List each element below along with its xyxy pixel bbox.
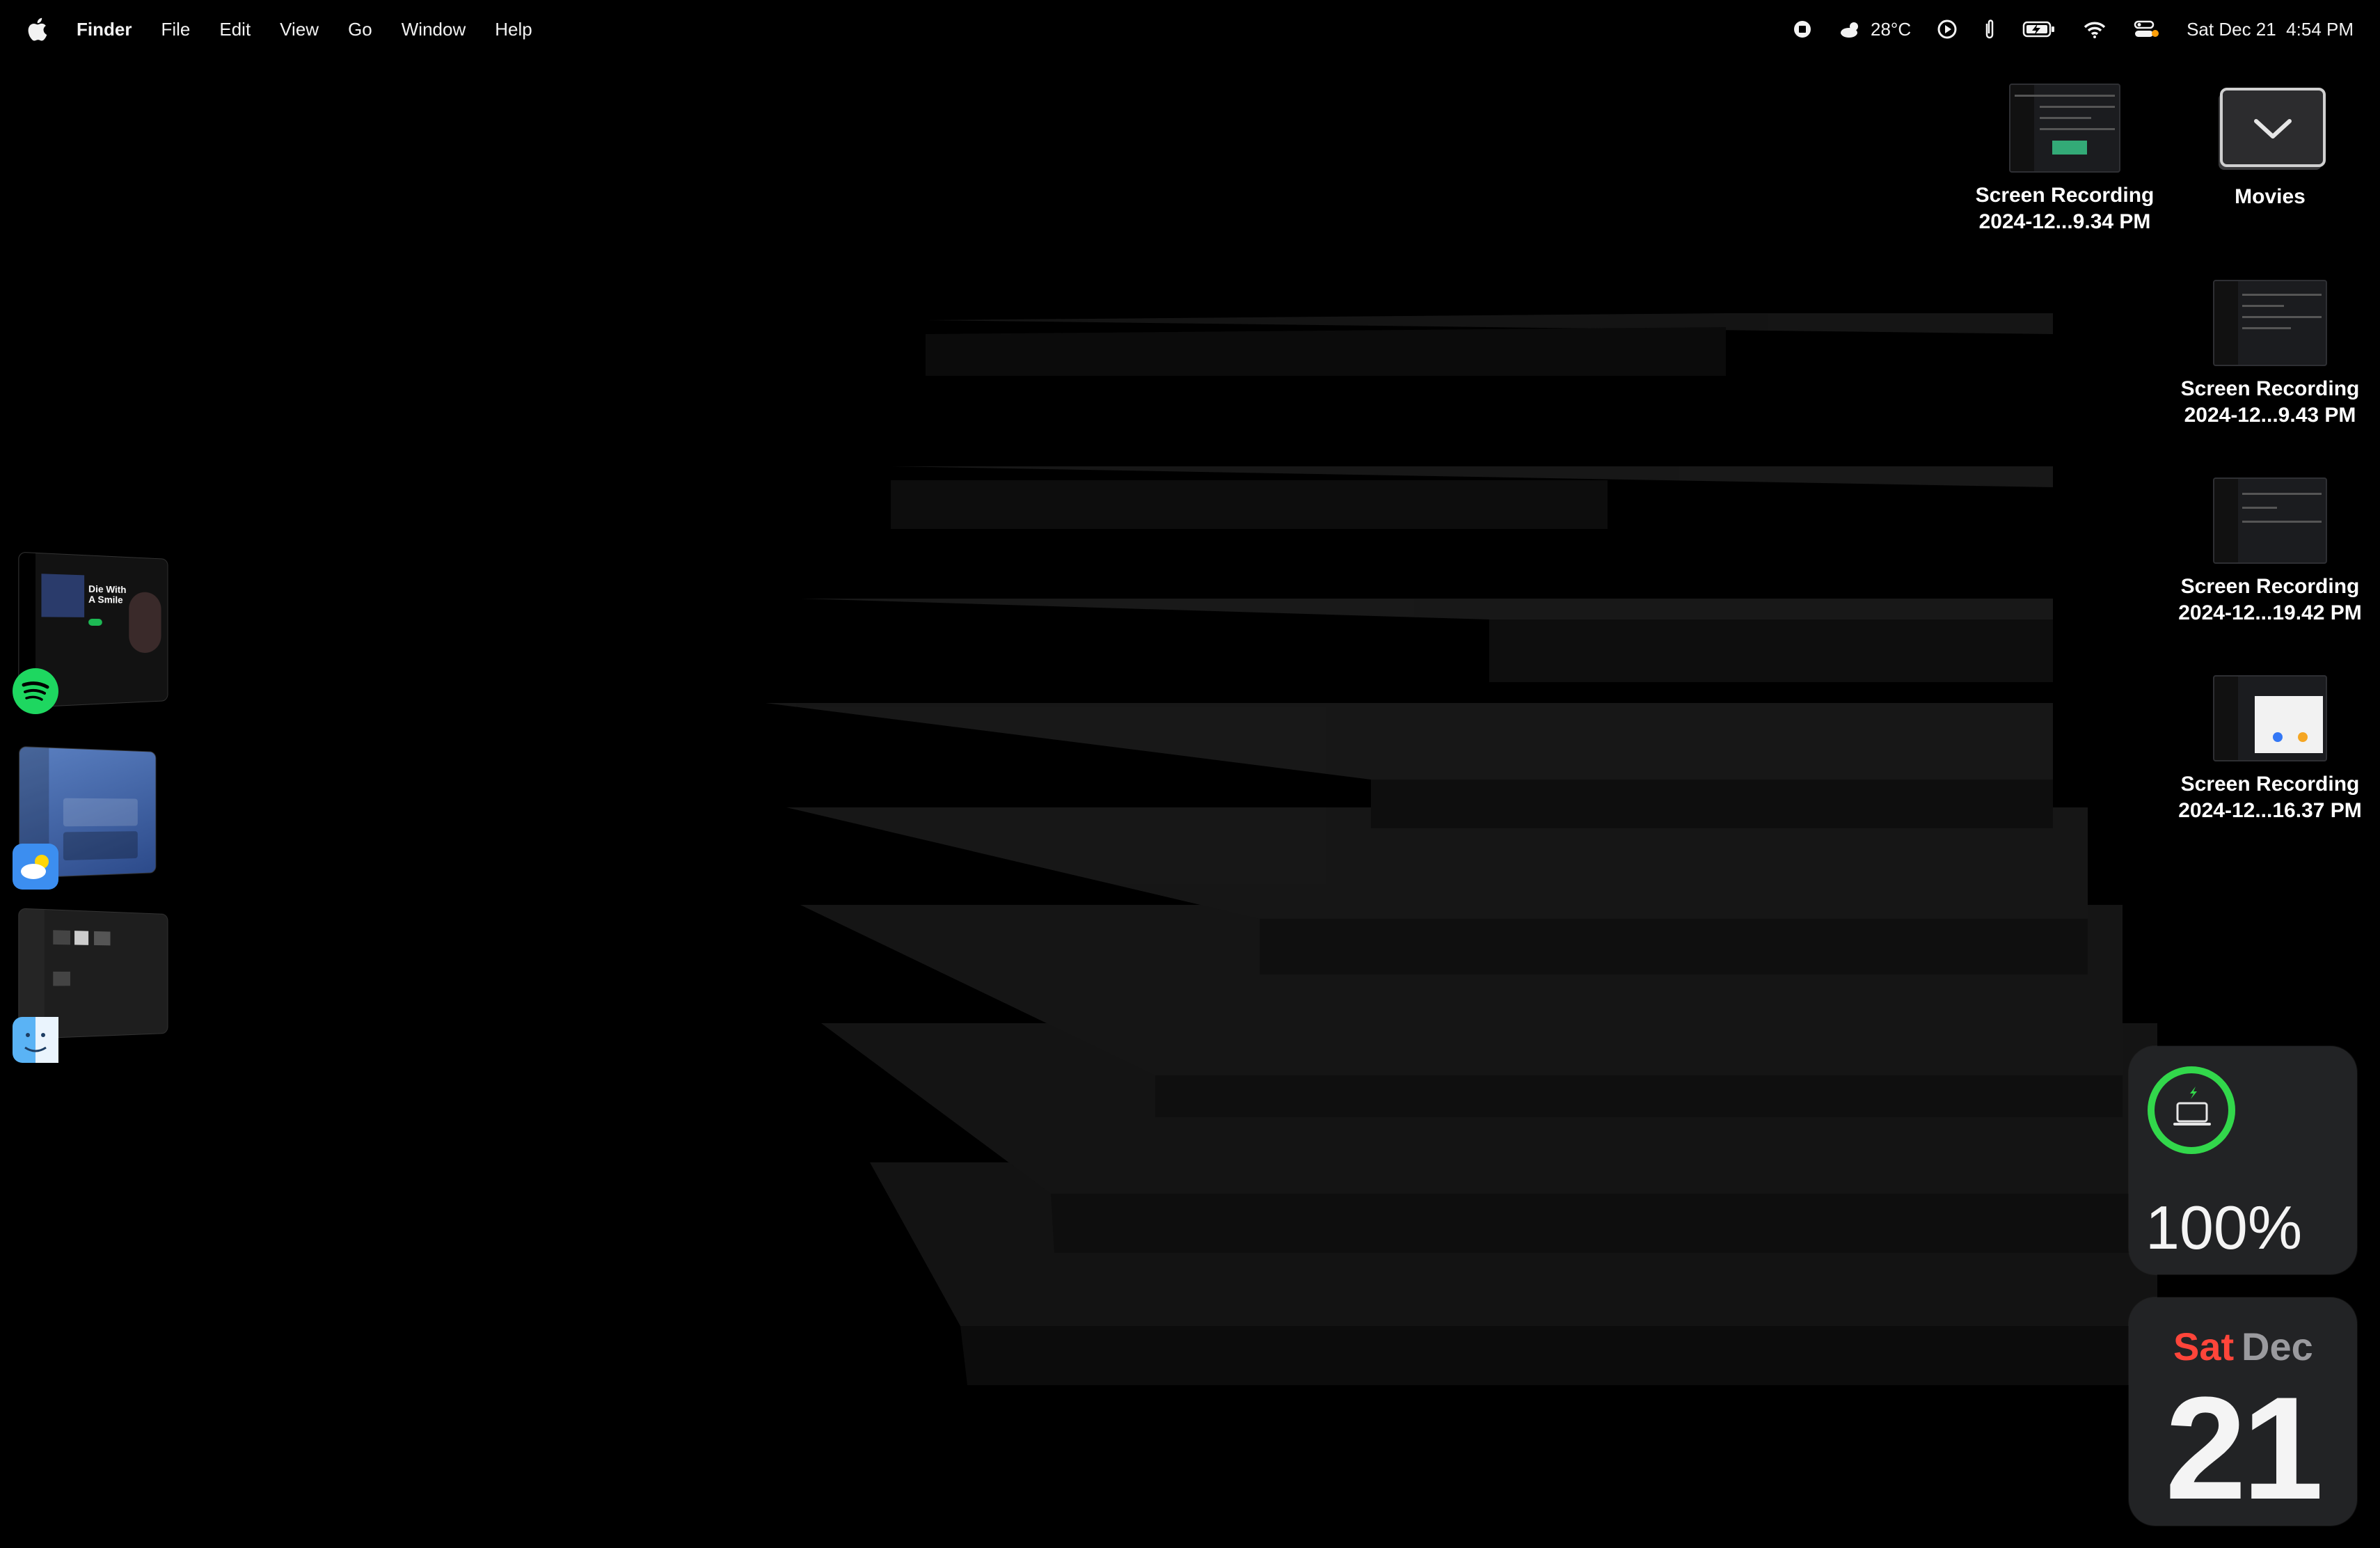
desktop-item-label: Screen Recording 2024-12...9.43 PM <box>2180 377 2360 427</box>
menubar-clock[interactable]: Sat Dec 21 4:54 PM <box>2187 19 2354 40</box>
apple-menu-icon[interactable] <box>26 17 47 41</box>
video-thumbnail <box>2009 84 2120 173</box>
stage-manager-weather[interactable] <box>13 745 180 899</box>
calendar-date: 21 <box>2165 1366 2324 1530</box>
weather-status-item[interactable]: 28°C <box>1839 19 1911 40</box>
paperclip-icon[interactable] <box>1983 18 1996 40</box>
weather-app-icon <box>13 844 58 890</box>
movies-folder-icon <box>2219 88 2326 170</box>
menu-view[interactable]: View <box>280 19 319 40</box>
video-thumbnail <box>2213 280 2327 366</box>
calendar-day-of-week: Sat <box>2173 1325 2235 1368</box>
temperature-text: 28°C <box>1871 18 1912 40</box>
menu-go[interactable]: Go <box>348 19 372 40</box>
battery-percentage: 100% <box>2145 1193 2303 1262</box>
spotify-icon <box>13 668 58 714</box>
menu-bar: Finder File Edit View Go Window Help 28°… <box>0 0 2380 58</box>
menu-window[interactable]: Window <box>402 19 466 40</box>
control-center-icon[interactable] <box>2134 19 2160 39</box>
partly-cloudy-icon <box>1839 19 1865 39</box>
finder-icon <box>13 1017 58 1063</box>
stage-manager-spotify[interactable]: Die With A Smile <box>13 550 180 724</box>
calendar-month: Dec <box>2242 1325 2313 1368</box>
now-playing-icon[interactable] <box>1937 19 1957 39</box>
menu-edit[interactable]: Edit <box>219 19 251 40</box>
desktop-item-screen-recording-2[interactable]: Screen Recording 2024-12...9.43 PM <box>2166 280 2374 429</box>
desktop-item-label: Screen Recording 2024-12...16.37 PM <box>2178 773 2362 822</box>
desktop-item-label: Screen Recording 2024-12...9.34 PM <box>1975 184 2155 233</box>
desktop-item-movies-folder[interactable]: Movies <box>2166 84 2374 210</box>
app-menu-finder[interactable]: Finder <box>77 19 132 40</box>
video-thumbnail <box>2213 477 2327 564</box>
desktop-item-screen-recording-4[interactable]: Screen Recording 2024-12...16.37 PM <box>2166 675 2374 824</box>
stage-manager-finder[interactable] <box>13 908 180 1068</box>
laptop-icon <box>2173 1087 2211 1126</box>
screen-recording-stop-icon[interactable] <box>1793 19 1812 39</box>
menu-help[interactable]: Help <box>495 19 532 40</box>
battery-icon[interactable] <box>2022 20 2056 38</box>
calendar-widget[interactable]: Sat Dec 21 <box>2129 1297 2357 1530</box>
menu-file[interactable]: File <box>161 19 190 40</box>
desktop-item-screen-recording-1[interactable]: Screen Recording 2024-12...9.34 PM <box>1960 84 2169 235</box>
desktop-item-label: Screen Recording 2024-12...19.42 PM <box>2178 575 2362 624</box>
wifi-icon[interactable] <box>2082 19 2107 39</box>
desktop-item-label: Movies <box>2235 185 2306 208</box>
desktop-item-screen-recording-3[interactable]: Screen Recording 2024-12...19.42 PM <box>2166 477 2374 626</box>
battery-widget[interactable]: 100% <box>2129 1046 2357 1274</box>
video-thumbnail <box>2213 675 2327 761</box>
